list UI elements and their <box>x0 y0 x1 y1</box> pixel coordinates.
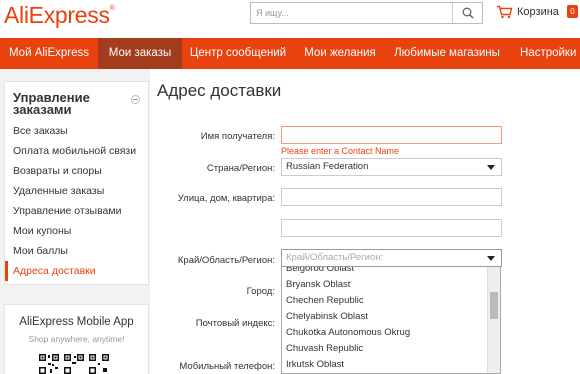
cart-label: Корзина <box>517 6 559 18</box>
region-placeholder: Край/Область/Регион: <box>286 252 384 263</box>
region-option[interactable]: Chukotka Autonomous Okrug <box>282 325 488 341</box>
country-label: Страна/Регион: <box>206 163 275 174</box>
street-field[interactable] <box>281 188 502 206</box>
nav-message-center[interactable]: Центр сообщений <box>182 38 294 69</box>
chevron-down-icon <box>487 256 495 261</box>
search-box <box>250 2 483 24</box>
top-nav: Мой AliExpress Мои заказы Центр сообщени… <box>0 38 580 69</box>
country-select[interactable]: Russian Federation <box>281 158 502 176</box>
region-option[interactable]: Chelyabinsk Oblast <box>282 309 488 325</box>
search-icon <box>462 7 474 19</box>
aliexpress-logo[interactable]: AliExpress® <box>4 2 115 29</box>
region-option[interactable]: Chuvash Republic <box>282 341 488 357</box>
sidebar-item-my-coupons[interactable]: Мои купоны <box>5 221 148 241</box>
country-selected-value: Russian Federation <box>286 161 369 172</box>
qr-code-icon[interactable] <box>38 353 60 374</box>
page-title: Адрес доставки <box>157 81 282 100</box>
zip-label: Почтовый индекс: <box>195 318 275 329</box>
sidebar-item-my-points[interactable]: Мои баллы <box>5 241 148 261</box>
qr-code-icon[interactable] <box>88 353 110 374</box>
recipient-error-message: Please enter a Contact Name <box>281 146 400 156</box>
nav-favorite-stores[interactable]: Любимые магазины <box>386 38 508 69</box>
region-option[interactable]: Chechen Republic <box>282 293 488 309</box>
street-line2-field[interactable] <box>281 219 502 237</box>
phone-label: Мобильный телефон: <box>179 361 275 372</box>
recipient-label: Имя получателя: <box>200 131 275 142</box>
scrollbar-thumb[interactable] <box>490 292 498 319</box>
region-label: Край/Область/Регион: <box>177 255 275 266</box>
sidebar-item-returns-disputes[interactable]: Возвраты и споры <box>5 161 148 181</box>
header: AliExpress® Корзина 0 <box>0 0 580 38</box>
region-option[interactable]: Belgorod Oblast <box>282 267 488 277</box>
logo-text: AliExpress <box>4 2 110 28</box>
nav-my-orders[interactable]: Мои заказы <box>98 38 182 69</box>
recipient-name-field[interactable] <box>281 126 502 144</box>
search-button[interactable] <box>452 3 482 23</box>
street-label: Улица, дом, квартира: <box>177 193 275 204</box>
region-select[interactable]: Край/Область/Регион: <box>281 249 502 267</box>
mobile-app-promo: AliExpress Mobile App Shop anywhere, any… <box>4 304 149 374</box>
cart-count-badge: 0 <box>567 5 578 18</box>
region-dropdown-list[interactable]: Belgorod Oblast Bryansk Oblast Chechen R… <box>281 267 501 374</box>
nav-wish-list[interactable]: Мои желания <box>294 38 386 69</box>
collapse-icon[interactable] <box>131 95 140 104</box>
region-option[interactable]: Bryansk Oblast <box>282 277 488 293</box>
region-option[interactable]: Irkutsk Oblast <box>282 357 488 373</box>
app-promo-subtitle: Shop anywhere, anytime! <box>28 334 125 344</box>
cart-icon <box>497 5 513 19</box>
sidebar-item-all-orders[interactable]: Все заказы <box>5 121 148 141</box>
nav-my-aliexpress[interactable]: Мой AliExpress <box>0 38 98 69</box>
search-input[interactable] <box>251 3 451 23</box>
app-promo-title: AliExpress Mobile App <box>19 316 134 328</box>
nav-settings[interactable]: Настройки пр <box>508 38 580 69</box>
chevron-down-icon <box>487 165 495 170</box>
sidebar-item-deleted-orders[interactable]: Удаленные заказы <box>5 181 148 201</box>
dropdown-scrollbar[interactable] <box>487 267 500 373</box>
sidebar-item-mobile-payment[interactable]: Оплата мобильной связи <box>5 141 148 161</box>
city-label: Город: <box>246 286 275 297</box>
sidebar: Управление заказами Все заказы Оплата мо… <box>4 81 149 285</box>
sidebar-item-shipping-addresses[interactable]: Адреса доставки <box>5 261 148 281</box>
sidebar-item-manage-feedback[interactable]: Управление отзывами <box>5 201 148 221</box>
logo-mark: ® <box>109 5 115 12</box>
qr-code-icon[interactable] <box>63 353 85 374</box>
sidebar-title: Управление заказами <box>13 90 90 117</box>
